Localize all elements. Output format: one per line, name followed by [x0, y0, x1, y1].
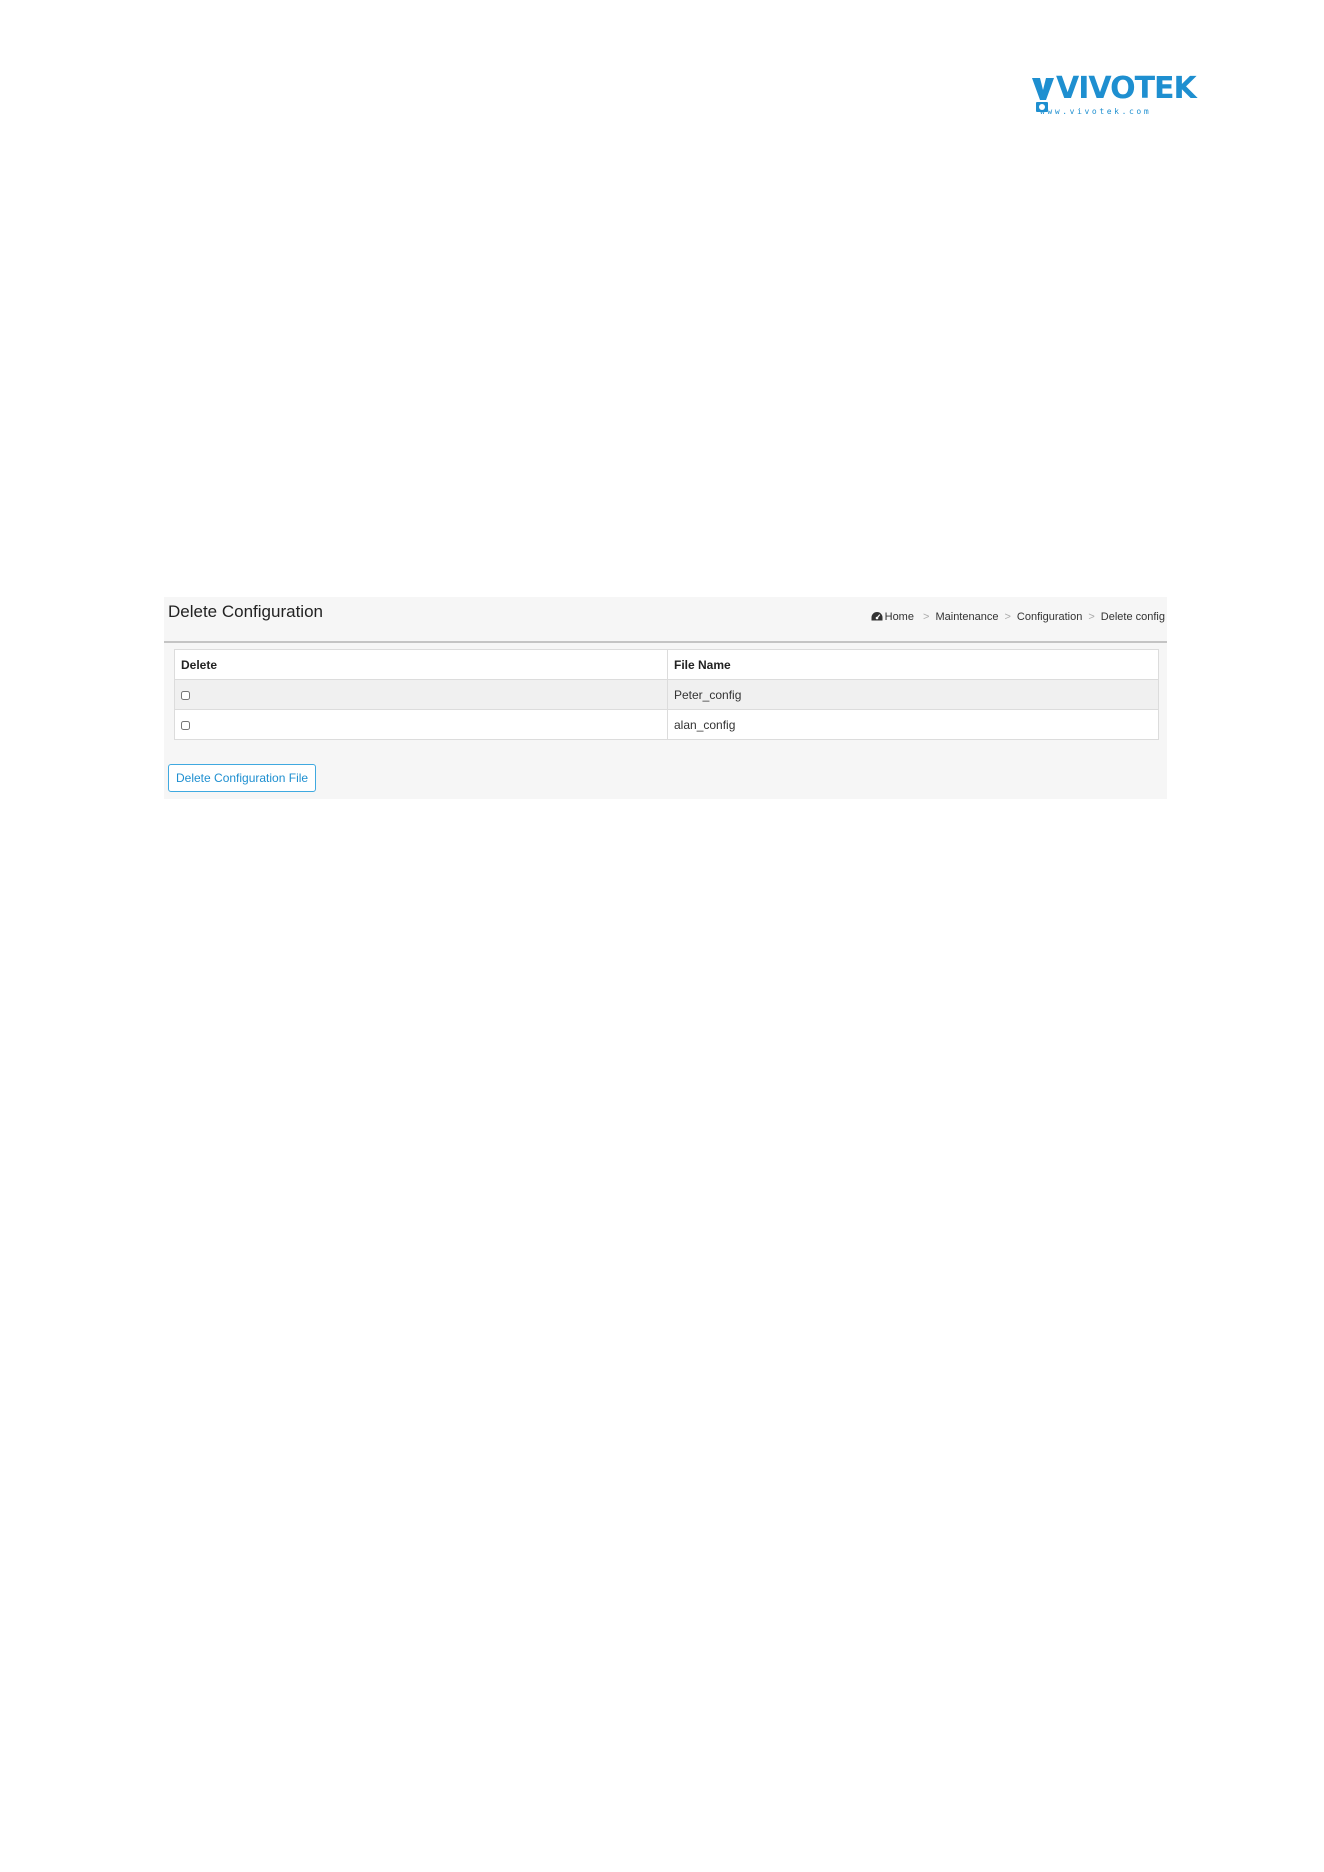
- breadcrumb-home-label: Home: [884, 611, 914, 623]
- breadcrumb-item-maintenance[interactable]: Maintenance: [935, 611, 998, 623]
- delete-configuration-panel: Delete Configuration Home > Maintenance > C…: [164, 597, 1167, 799]
- breadcrumb-item-configuration[interactable]: Configuration: [1017, 611, 1082, 623]
- delete-checkbox-peter-config[interactable]: [181, 690, 190, 700]
- dashboard-icon: [871, 612, 883, 621]
- table-row: Peter_config: [174, 679, 1159, 710]
- config-table-wrapper: Delete File Name Peter_config alan_confi…: [174, 649, 1159, 740]
- breadcrumb-separator: >: [1004, 611, 1011, 623]
- delete-checkbox-alan-config[interactable]: [181, 720, 190, 730]
- table-row: alan_config: [174, 709, 1159, 740]
- config-file-table: Delete File Name Peter_config alan_confi…: [174, 649, 1159, 740]
- delete-cell: [174, 679, 668, 710]
- vivotek-logo-url: www.vivotek.com: [1040, 107, 1152, 116]
- table-header-row: Delete File Name: [174, 649, 1159, 680]
- vivotek-logo: VIVOTEK www.vivotek.com: [1030, 72, 1197, 118]
- breadcrumb-home-link[interactable]: Home: [871, 611, 917, 623]
- file-name-cell: alan_config: [667, 709, 1159, 740]
- panel-header: Delete Configuration Home > Maintenance > C…: [164, 597, 1167, 643]
- file-name-cell: Peter_config: [667, 679, 1159, 710]
- vivotek-logo-word: VIVOTEK: [1056, 71, 1197, 106]
- breadcrumb-separator: >: [1088, 611, 1095, 623]
- breadcrumb-separator: >: [923, 611, 930, 623]
- column-header-delete: Delete: [174, 649, 668, 680]
- delete-cell: [174, 709, 668, 740]
- column-header-file-name: File Name: [667, 649, 1159, 680]
- page-title: Delete Configuration: [168, 602, 323, 621]
- breadcrumb: Home > Maintenance > Configuration > Delete c…: [871, 609, 1165, 625]
- breadcrumb-item-delete-config: Delete config: [1100, 611, 1165, 623]
- delete-configuration-file-button[interactable]: Delete Configuration File: [168, 764, 317, 792]
